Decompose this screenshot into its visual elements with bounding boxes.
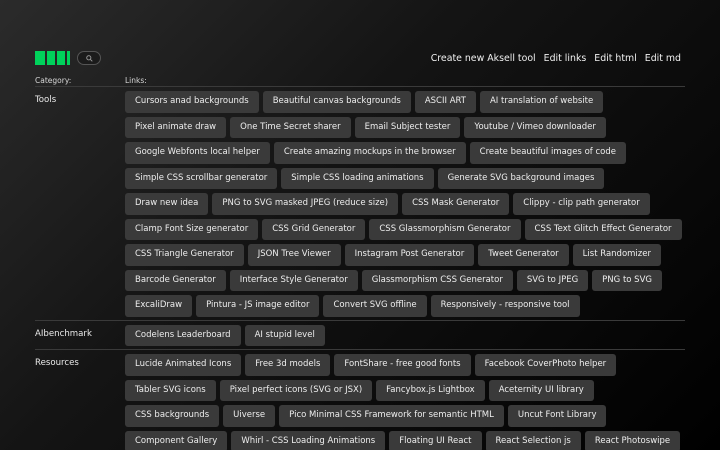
logo-block [47, 51, 55, 65]
link-button[interactable]: Lucide Animated Icons [125, 354, 242, 376]
link-button[interactable]: PNG to SVG [592, 269, 662, 291]
link-button[interactable]: Floating UI React [389, 430, 482, 450]
link-button[interactable]: Pixel animate draw [125, 116, 227, 138]
link-button[interactable]: Simple CSS loading animations [281, 167, 434, 189]
section-row: AIbenchmark Codelens Leaderboard AI stupid… [35, 319, 685, 350]
link-button[interactable]: Facebook CoverPhoto helper [474, 354, 617, 376]
link-button[interactable]: ExcaliDraw [125, 295, 193, 317]
link-button[interactable]: Uiverse [223, 405, 276, 427]
link-button[interactable]: Generate SVG background images [437, 167, 605, 189]
link-button[interactable]: CSS Mask Generator [402, 193, 510, 215]
link-button[interactable]: Pico Minimal CSS Framework for semantic … [279, 405, 504, 427]
link-button[interactable]: PNG to SVG masked JPEG (reduce size) [212, 193, 399, 215]
link-button[interactable]: Beautiful canvas backgrounds [262, 91, 411, 113]
link-button[interactable]: Tabler SVG icons [125, 379, 216, 401]
link-button[interactable]: Component Gallery [125, 430, 228, 450]
section-row: Tools Cursors anad backgrounds Beautiful c… [35, 86, 685, 320]
nav-edit-links[interactable]: Edit links [544, 53, 587, 64]
link-button[interactable]: ASCII ART [414, 91, 476, 113]
category-column-header: Category: [35, 76, 72, 85]
link-button[interactable]: Uncut Font Library [507, 405, 607, 427]
link-button[interactable]: Barcode Generator [125, 269, 226, 291]
link-button[interactable]: Youtube / Vimeo downloader [464, 116, 606, 138]
link-button[interactable]: CSS Glassmorphism Generator [369, 218, 521, 240]
logo-block [57, 51, 65, 65]
link-button[interactable]: Tweet Generator [478, 244, 569, 266]
link-button[interactable]: Instagram Post Generator [344, 244, 475, 266]
link-button[interactable]: FontShare - free good fonts [334, 354, 471, 376]
link-button[interactable]: Responsively - responsive tool [430, 295, 580, 317]
link-button[interactable]: Codelens Leaderboard [125, 324, 241, 346]
link-button[interactable]: List Randomizer [572, 244, 661, 266]
header: Create new Aksell tool Edit links Edit h… [35, 49, 681, 67]
link-button[interactable]: CSS backgrounds [125, 405, 220, 427]
link-button[interactable]: Create beautiful images of code [469, 142, 626, 164]
links-list: Codelens Leaderboard AI stupid level [125, 324, 685, 346]
column-headers: Category: Links: [35, 76, 147, 85]
link-button[interactable]: Cursors anad backgrounds [125, 91, 259, 113]
link-button[interactable]: CSS Triangle Generator [125, 244, 244, 266]
section-row: Resources Lucide Animated Icons Free 3d mo… [35, 349, 685, 450]
link-button[interactable]: Whirl - CSS Loading Animations [231, 430, 386, 450]
links-list: Lucide Animated Icons Free 3d models FontS… [125, 354, 685, 450]
link-button[interactable]: Free 3d models [245, 354, 331, 376]
top-nav: Create new Aksell tool Edit links Edit h… [431, 53, 681, 64]
links-list: Cursors anad backgrounds Beautiful canvas… [125, 91, 685, 317]
link-button[interactable]: Clippy - clip path generator [513, 193, 650, 215]
link-button[interactable]: Email Subject tester [354, 116, 461, 138]
search-icon [85, 54, 93, 62]
nav-edit-md[interactable]: Edit md [645, 53, 681, 64]
logo-block [67, 51, 70, 65]
category-label: Resources [35, 358, 79, 368]
link-button[interactable]: Glassmorphism CSS Generator [361, 269, 513, 291]
link-button[interactable]: Google Webfonts local helper [125, 142, 270, 164]
link-button[interactable]: CSS Grid Generator [262, 218, 366, 240]
link-button[interactable]: Simple CSS scrollbar generator [125, 167, 278, 189]
link-button[interactable]: AI translation of website [479, 91, 604, 113]
link-button[interactable]: Draw new idea [125, 193, 209, 215]
link-button[interactable]: AI stupid level [244, 324, 325, 346]
links-column-header: Links: [125, 76, 147, 85]
category-label: Tools [35, 95, 57, 105]
link-button[interactable]: Pintura - JS image editor [196, 295, 320, 317]
link-button[interactable]: React Photoswipe [584, 430, 681, 450]
link-button[interactable]: Interface Style Generator [229, 269, 358, 291]
link-button[interactable]: Aceternity UI library [488, 379, 594, 401]
link-button[interactable]: JSON Tree Viewer [247, 244, 341, 266]
category-label: AIbenchmark [35, 328, 92, 339]
link-button[interactable]: CSS Text Glitch Effect Generator [524, 218, 682, 240]
link-button[interactable]: Pixel perfect icons (SVG or JSX) [219, 379, 373, 401]
link-sections: Tools Cursors anad backgrounds Beautiful c… [35, 86, 685, 450]
link-button[interactable]: Create amazing mockups in the browser [273, 142, 466, 164]
nav-create-tool[interactable]: Create new Aksell tool [431, 53, 536, 64]
link-button[interactable]: Fancybox.js Lightbox [376, 379, 485, 401]
link-button[interactable]: React Selection js [485, 430, 581, 450]
logo-block [35, 51, 45, 65]
link-button[interactable]: Convert SVG offline [323, 295, 427, 317]
link-button[interactable]: One Time Secret sharer [230, 116, 351, 138]
nav-edit-html[interactable]: Edit html [594, 53, 637, 64]
logo[interactable] [35, 51, 70, 65]
search-button[interactable] [77, 51, 101, 65]
link-button[interactable]: SVG to JPEG [516, 269, 589, 291]
link-button[interactable]: Clamp Font Size generator [125, 218, 259, 240]
